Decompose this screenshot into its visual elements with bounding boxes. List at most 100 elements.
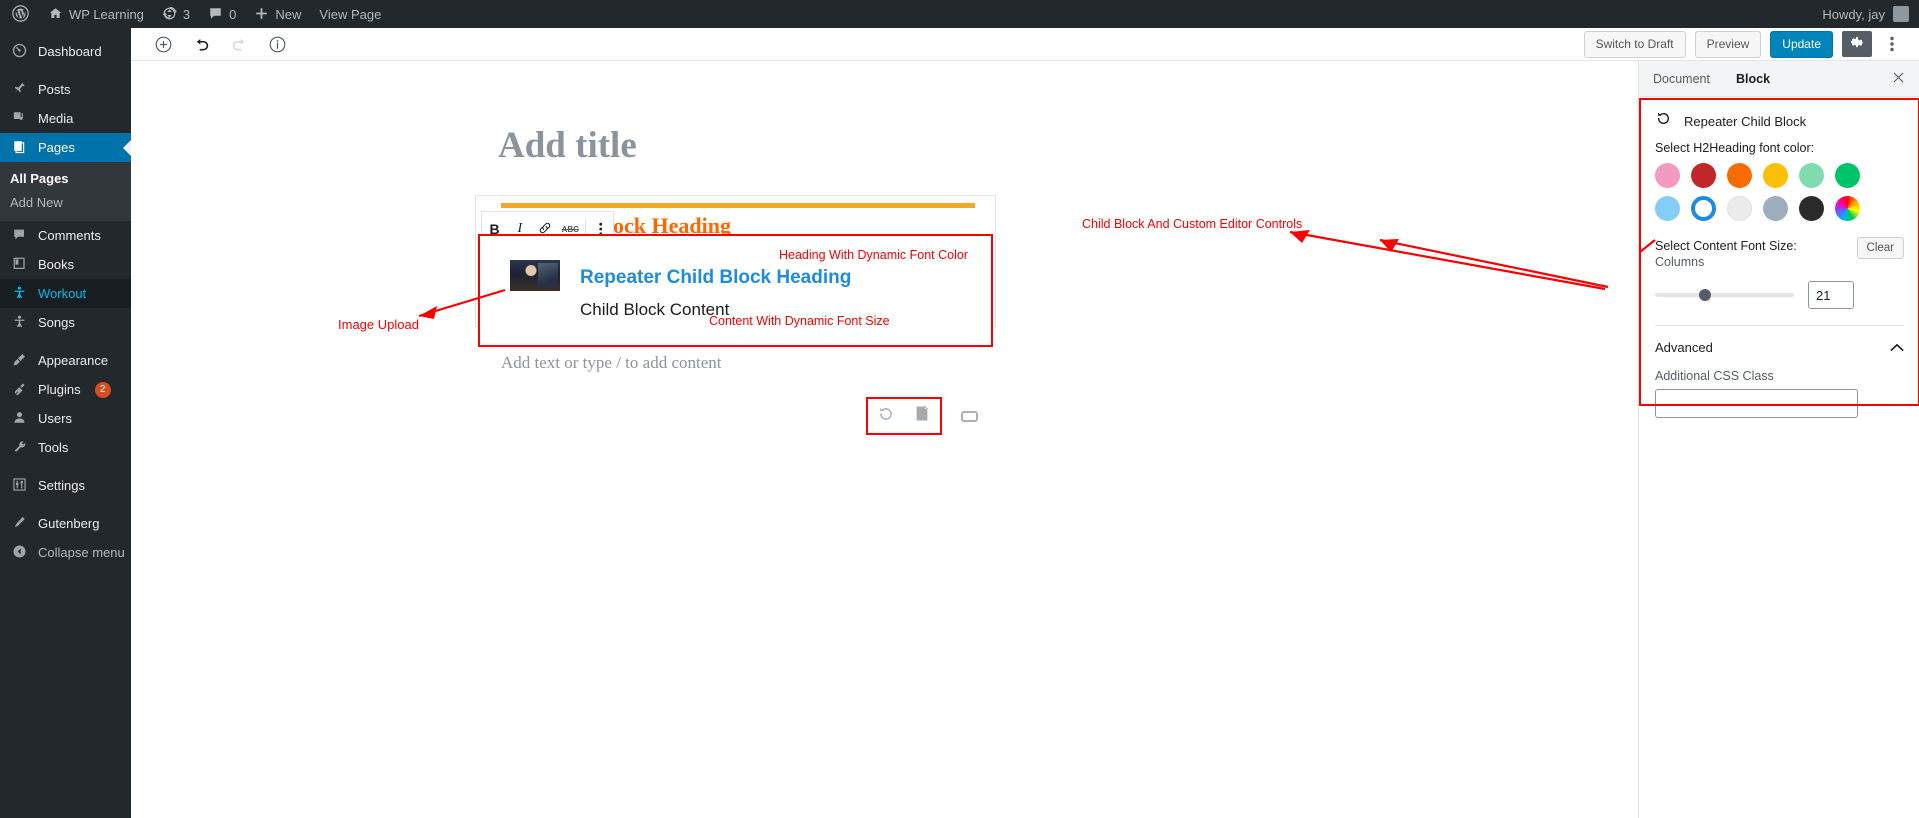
sidebar-item-label: Collapse menu xyxy=(38,545,125,560)
wordpress-icon xyxy=(12,4,29,24)
sidebar-item-label: Posts xyxy=(38,82,71,97)
editor-toolbar-right: Switch to Draft Preview Update xyxy=(1583,30,1909,58)
plugins-update-badge: 2 xyxy=(94,381,111,398)
page-icon xyxy=(9,139,29,157)
submenu-label: All Pages xyxy=(10,171,69,186)
wrench-icon xyxy=(9,439,29,457)
sidebar-item-label: Pages xyxy=(38,140,75,155)
editor-toolbar: Switch to Draft Preview Update xyxy=(131,28,1919,61)
block-settings-panel: Document Block Repeater Child Block Sele… xyxy=(1638,61,1919,818)
updates-icon xyxy=(162,6,178,23)
plus-icon xyxy=(254,6,269,23)
tab-document[interactable]: Document xyxy=(1653,72,1710,86)
sidebar-item-users[interactable]: Users xyxy=(0,404,131,433)
preview-button[interactable]: Preview xyxy=(1694,30,1762,58)
undo-button[interactable] xyxy=(185,28,217,60)
settings-panel-highlight xyxy=(1639,98,1919,406)
sidebar-item-appearance[interactable]: Appearance xyxy=(0,346,131,375)
menu-spacer xyxy=(0,500,131,509)
tab-block[interactable]: Block xyxy=(1736,72,1770,86)
sidebar-item-dashboard[interactable]: Dashboard xyxy=(0,37,131,66)
user-icon xyxy=(9,410,29,428)
pin-icon xyxy=(9,81,29,99)
comment-icon xyxy=(9,227,29,245)
plugin-icon xyxy=(9,381,29,399)
collapse-icon xyxy=(9,544,29,562)
sidebar-item-label: Appearance xyxy=(38,353,109,368)
sidebar-item-plugins[interactable]: Plugins 2 xyxy=(0,375,131,404)
menu-spacer xyxy=(0,462,131,471)
editor-toolbar-left xyxy=(141,28,293,60)
duplicate-block-button[interactable] xyxy=(909,403,935,429)
sidebar-item-pages[interactable]: Pages xyxy=(0,133,131,162)
sidebar-item-label: Settings xyxy=(38,478,85,493)
site-name-menu[interactable]: WP Learning xyxy=(39,0,153,28)
sidebar-item-songs[interactable]: Songs xyxy=(0,308,131,337)
site-name-label: WP Learning xyxy=(69,6,144,22)
editor-canvas: Add title ock Heading B I ABC Repeater C… xyxy=(131,61,1638,818)
sliders-icon xyxy=(9,477,29,495)
sidebar-item-label: Gutenberg xyxy=(38,516,100,531)
submenu-item-all-pages[interactable]: All Pages xyxy=(0,167,131,191)
menu-spacer xyxy=(0,337,131,346)
new-content-label: New xyxy=(275,6,302,22)
updates-menu[interactable]: 3 xyxy=(153,0,199,28)
add-block-button[interactable] xyxy=(147,28,179,60)
close-settings-button[interactable] xyxy=(1892,71,1905,87)
sidebar-item-label: Users xyxy=(38,411,72,426)
howdy-label: Howdy, jay xyxy=(1822,6,1885,22)
sidebar-item-settings[interactable]: Settings xyxy=(0,471,131,500)
person-icon xyxy=(9,285,29,303)
sidebar-item-label: Tools xyxy=(38,440,69,455)
sidebar-item-media[interactable]: Media xyxy=(0,104,131,133)
admin-bar: WP Learning 3 0 New View Page Howdy, jay xyxy=(0,0,1919,28)
sidebar-item-gutenberg[interactable]: Gutenberg xyxy=(0,509,131,538)
block-bottom-tools xyxy=(866,397,986,435)
sidebar-item-label: Plugins xyxy=(38,382,81,397)
sidebar-item-label: Media xyxy=(38,111,74,126)
strikethrough-label: ABC xyxy=(561,224,579,234)
redo-button[interactable] xyxy=(223,28,255,60)
sidebar-item-label: Dashboard xyxy=(38,44,102,59)
sidebar-item-tools[interactable]: Tools xyxy=(0,433,131,462)
more-options-button[interactable] xyxy=(1881,31,1903,57)
updates-count: 3 xyxy=(182,6,191,22)
account-menu[interactable]: Howdy, jay xyxy=(1822,6,1919,22)
comments-count: 0 xyxy=(229,6,237,22)
submenu-label: Add New xyxy=(10,195,63,210)
sidebar-item-collapse-menu[interactable]: Collapse menu xyxy=(0,538,131,567)
duplicate-icon xyxy=(914,404,930,427)
settings-toggle-button[interactable] xyxy=(1842,31,1872,57)
child-block-content[interactable]: Child Block Content xyxy=(580,300,729,320)
view-page-label: View Page xyxy=(319,6,382,22)
view-page-link[interactable]: View Page xyxy=(310,0,390,28)
child-block-image[interactable] xyxy=(510,260,560,291)
submenu-item-add-new[interactable]: Add New xyxy=(0,191,131,215)
select-parent-button[interactable] xyxy=(952,403,986,429)
gear-icon xyxy=(1850,35,1865,53)
post-title-placeholder[interactable]: Add title xyxy=(498,124,637,167)
comment-icon xyxy=(208,6,223,23)
child-block-heading[interactable]: Repeater Child Block Heading xyxy=(580,267,851,289)
wordpress-logo-menu[interactable] xyxy=(0,0,39,28)
reset-block-button[interactable] xyxy=(873,403,899,429)
comments-menu[interactable]: 0 xyxy=(199,0,245,28)
sidebar-item-label: Workout xyxy=(38,286,87,301)
menu-spacer xyxy=(0,66,131,75)
media-icon xyxy=(9,110,29,128)
pages-submenu: All Pages Add New xyxy=(0,162,131,221)
sidebar-item-workout[interactable]: Workout xyxy=(0,279,131,308)
sidebar-item-posts[interactable]: Posts xyxy=(0,75,131,104)
brush-icon xyxy=(9,352,29,370)
block-accent-bar xyxy=(501,203,975,208)
content-info-button[interactable] xyxy=(261,28,293,60)
rectangle-icon xyxy=(960,410,978,422)
switch-to-draft-button[interactable]: Switch to Draft xyxy=(1583,30,1686,58)
sidebar-item-books[interactable]: Books xyxy=(0,250,131,279)
sidebar-item-label: Comments xyxy=(38,228,101,243)
update-button[interactable]: Update xyxy=(1770,30,1833,58)
new-content-menu[interactable]: New xyxy=(245,0,310,28)
sidebar-item-comments[interactable]: Comments xyxy=(0,221,131,250)
pencil-icon xyxy=(9,515,29,533)
paragraph-placeholder[interactable]: Add text or type / to add content xyxy=(501,353,721,373)
